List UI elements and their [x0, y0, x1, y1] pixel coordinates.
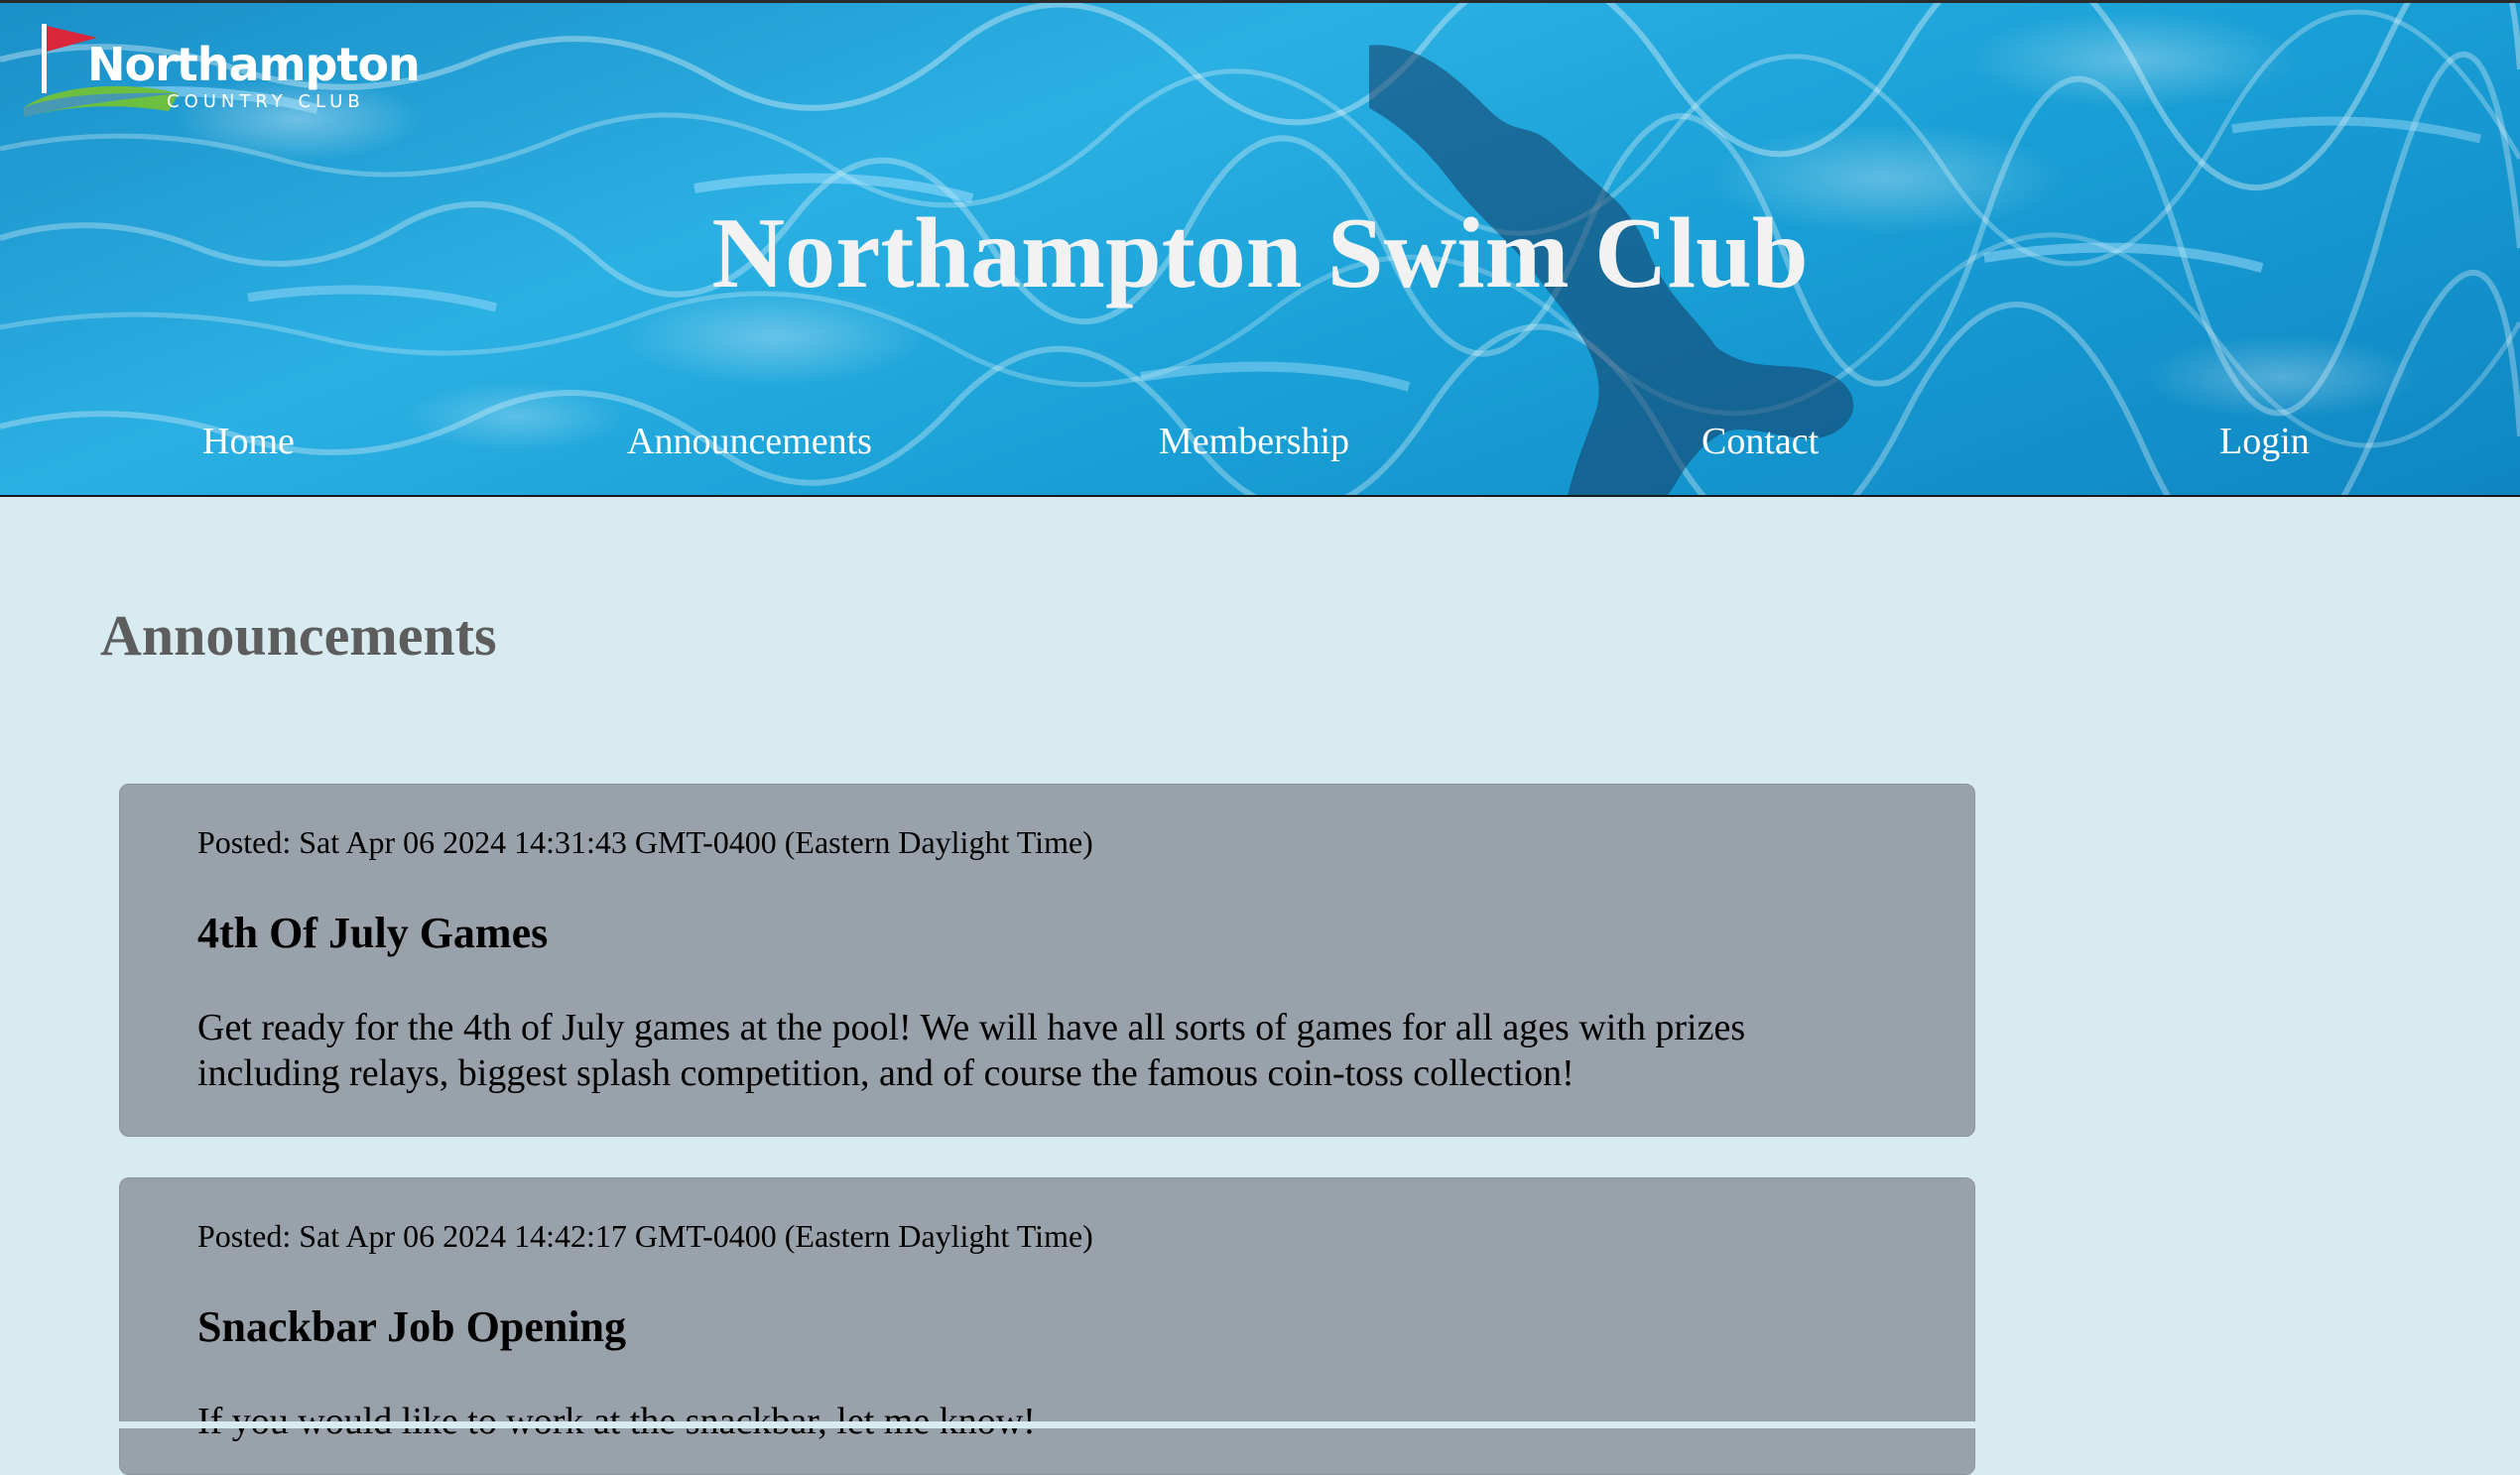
window-top-edge — [0, 0, 2520, 3]
hero-banner: Northampton COUNTRY CLUB Northampton Swi… — [0, 0, 2520, 497]
nav-membership-link[interactable]: Membership — [1159, 417, 1349, 466]
announcement-body: Get ready for the 4th of July games at t… — [197, 1007, 1746, 1094]
announcement-card: Posted: Sat Apr 06 2024 14:31:43 GMT-040… — [119, 784, 1975, 1137]
page-heading: Announcements — [100, 603, 497, 668]
nav-login-link[interactable]: Login — [2219, 417, 2310, 466]
nav-announcements-link[interactable]: Announcements — [627, 417, 872, 466]
nav-contact-link[interactable]: Contact — [1701, 417, 1819, 466]
nav-home-link[interactable]: Home — [202, 417, 295, 466]
logo-subtitle: COUNTRY CLUB — [167, 91, 365, 112]
main-nav: Home Announcements Membership Contact Lo… — [0, 417, 2520, 466]
club-logo[interactable]: Northampton COUNTRY CLUB — [20, 22, 421, 121]
site-title: Northampton Swim Club — [711, 197, 1809, 309]
logo-wordmark: Northampton — [87, 38, 421, 91]
window-bottom-edge — [0, 1421, 2520, 1428]
announcement-card: Posted: Sat Apr 06 2024 14:42:17 GMT-040… — [119, 1177, 1975, 1475]
announcement-title: 4th Of July Games — [197, 909, 549, 957]
announcement-posted-date: Posted: Sat Apr 06 2024 14:42:17 GMT-040… — [197, 1218, 1093, 1254]
announcement-title: Snackbar Job Opening — [197, 1302, 627, 1351]
announcement-posted-date: Posted: Sat Apr 06 2024 14:31:43 GMT-040… — [197, 824, 1093, 860]
